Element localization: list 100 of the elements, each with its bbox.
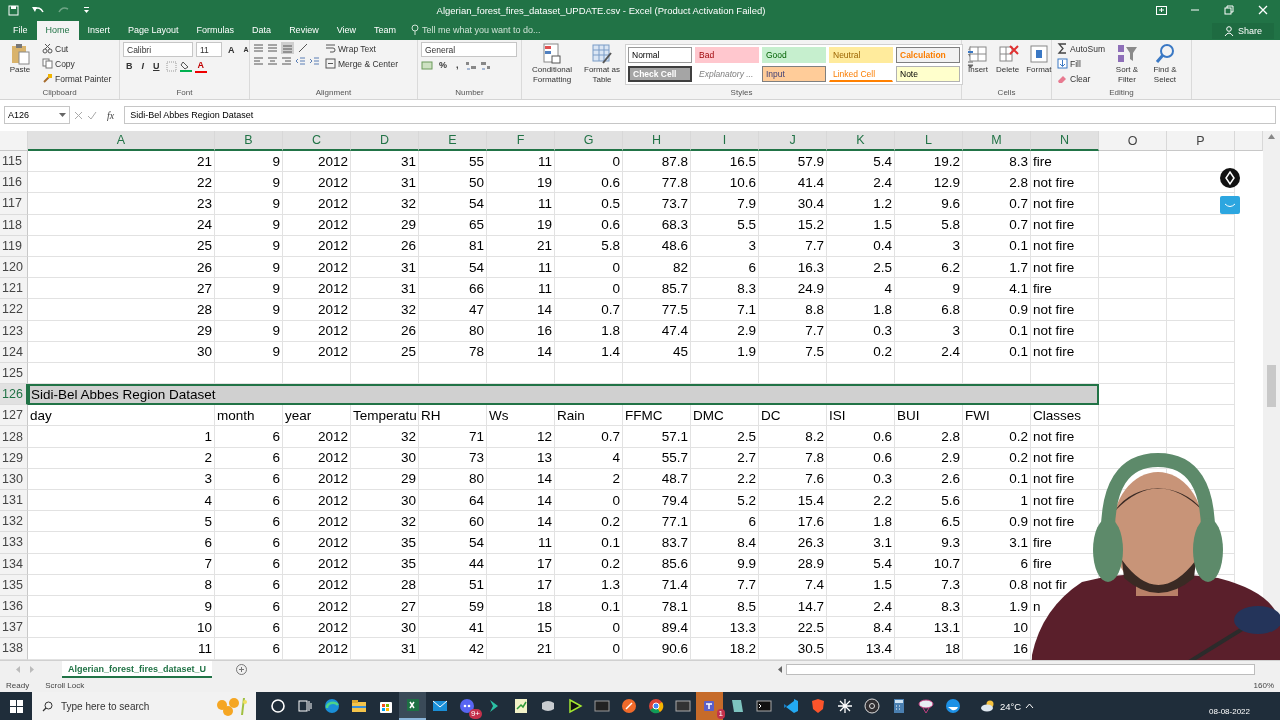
column-header[interactable]: D — [351, 131, 419, 151]
cortana-icon[interactable] — [268, 697, 287, 715]
column-header[interactable]: N — [1031, 131, 1099, 151]
date-text[interactable]: 08-08-2022 — [1209, 706, 1250, 716]
orientation-icon[interactable] — [297, 43, 309, 53]
weather-icon[interactable] — [980, 699, 996, 713]
lightbulb-icon[interactable] — [411, 24, 419, 35]
close-icon[interactable] — [1258, 5, 1268, 15]
clear-button[interactable]: Clear — [1055, 72, 1107, 85]
customize-icon[interactable] — [83, 6, 90, 14]
comma-button[interactable]: , — [453, 59, 462, 71]
row-header[interactable]: 136 — [0, 595, 28, 618]
dropdown-icon[interactable] — [59, 112, 66, 118]
taskbar-search-field[interactable]: Type here to search — [32, 692, 256, 720]
row-header[interactable]: 132 — [0, 511, 28, 533]
slash-circle-icon[interactable] — [619, 697, 638, 715]
snip-icon[interactable] — [916, 697, 935, 715]
format-painter-button[interactable]: Format Painter — [40, 72, 114, 85]
underline-button[interactable]: U — [150, 60, 163, 72]
row-header[interactable]: 127 — [0, 405, 28, 427]
scrollbar-thumb[interactable] — [786, 664, 1255, 675]
format-as-table-button[interactable]: Format as Table — [582, 42, 622, 86]
decrease-decimal-icon[interactable] — [479, 59, 492, 71]
row-header[interactable]: 116 — [0, 172, 28, 194]
wrap-text-button[interactable]: Wrap Text — [323, 42, 400, 55]
cut-button[interactable]: Cut — [40, 42, 114, 55]
autosum-button[interactable]: AutoSum — [1055, 42, 1107, 55]
ribbon-tab[interactable]: Team — [365, 21, 405, 40]
ribbon-tab[interactable]: Review — [280, 21, 328, 40]
chrome-icon[interactable] — [646, 697, 665, 715]
terminal-icon[interactable] — [754, 697, 773, 715]
fill-color-icon[interactable] — [179, 60, 192, 72]
cell-style-option[interactable]: Neutral — [829, 47, 893, 63]
row-header[interactable]: 124 — [0, 341, 28, 363]
undo-icon[interactable] — [31, 5, 45, 15]
monitor-icon[interactable] — [592, 697, 611, 715]
insert-function-button[interactable]: fx — [101, 109, 121, 121]
column-header[interactable]: H — [623, 131, 691, 151]
windows-icon[interactable] — [9, 699, 23, 713]
scroll-up-icon[interactable] — [1267, 133, 1276, 140]
ribbon-tab[interactable]: View — [327, 21, 365, 40]
delete-button[interactable]: Delete — [994, 42, 1022, 76]
row-header[interactable]: 117 — [0, 193, 28, 215]
number-format-field[interactable]: General — [421, 42, 517, 57]
increase-font-button[interactable]: A — [225, 43, 238, 56]
ribbon-tab[interactable]: Home — [36, 21, 79, 40]
row-header[interactable]: 120 — [0, 256, 28, 279]
sort-filter-button[interactable]: Sort & Filter — [1109, 42, 1144, 86]
burst-icon[interactable] — [835, 697, 854, 715]
increase-indent-icon[interactable] — [309, 56, 320, 66]
column-header[interactable]: P — [1167, 131, 1235, 151]
font-size-field[interactable]: 11 — [196, 42, 222, 57]
cell-style-option[interactable]: Good — [762, 47, 826, 63]
font-name-field[interactable]: Calibri — [123, 42, 193, 57]
browser-icon[interactable] — [322, 697, 341, 715]
row-header[interactable]: 118 — [0, 214, 28, 236]
ribbon-tab[interactable]: File — [4, 21, 37, 40]
column-header[interactable]: K — [827, 131, 895, 151]
row-header[interactable]: 125 — [0, 362, 28, 385]
row-header[interactable]: 122 — [0, 299, 28, 321]
row-header[interactable]: 133 — [0, 532, 28, 554]
row-header[interactable]: 135 — [0, 574, 28, 596]
formula-field[interactable]: Sidi-Bel Abbes Region Dataset — [124, 106, 1276, 124]
row-header[interactable]: 130 — [0, 468, 28, 490]
italic-button[interactable]: I — [138, 60, 147, 72]
scrollbar-thumb[interactable] — [1267, 365, 1276, 407]
row-header[interactable]: 123 — [0, 320, 28, 342]
pen-tool-icon[interactable] — [1220, 168, 1240, 188]
column-header[interactable]: M — [963, 131, 1031, 151]
column-header[interactable]: A — [28, 131, 215, 151]
name-box[interactable]: A126 — [4, 106, 70, 124]
new-sheet-icon[interactable] — [236, 664, 248, 675]
more-styles-icon[interactable] — [966, 60, 975, 69]
increase-decimal-icon[interactable] — [464, 59, 477, 71]
code-editor-icon[interactable] — [781, 697, 800, 715]
whale-icon[interactable] — [943, 697, 962, 715]
column-header[interactable]: B — [215, 131, 283, 151]
temperature-text[interactable]: 24°C — [1000, 700, 1022, 712]
merge-center-button[interactable]: Merge & Center — [323, 57, 400, 70]
column-header[interactable]: O — [1099, 131, 1167, 151]
cell-style-option[interactable]: Normal — [628, 47, 692, 63]
sheet-tab[interactable]: Algerian_forest_fires_dataset_U — [62, 661, 213, 678]
window-icon[interactable] — [673, 697, 692, 715]
find-select-button[interactable]: Find & Select — [1146, 42, 1183, 86]
column-header[interactable]: F — [487, 131, 555, 151]
cell-style-option[interactable]: Bad — [695, 47, 759, 63]
cell-style-option[interactable]: Note — [896, 66, 960, 82]
folder-icon[interactable] — [349, 697, 368, 715]
scroll-left-icon[interactable] — [777, 665, 784, 674]
column-header[interactable]: J — [759, 131, 827, 151]
restore-icon[interactable] — [1224, 5, 1234, 15]
row-header[interactable]: 134 — [0, 553, 28, 575]
column-header[interactable]: L — [895, 131, 963, 151]
save-icon[interactable] — [8, 4, 19, 16]
row-header[interactable]: 115 — [0, 151, 28, 173]
row-header[interactable]: 138 — [0, 638, 28, 660]
column-header[interactable]: I — [691, 131, 759, 151]
row-header[interactable]: 126 — [0, 384, 28, 406]
format-button[interactable]: Format — [1024, 42, 1054, 76]
share-button[interactable]: Share — [1211, 23, 1274, 39]
